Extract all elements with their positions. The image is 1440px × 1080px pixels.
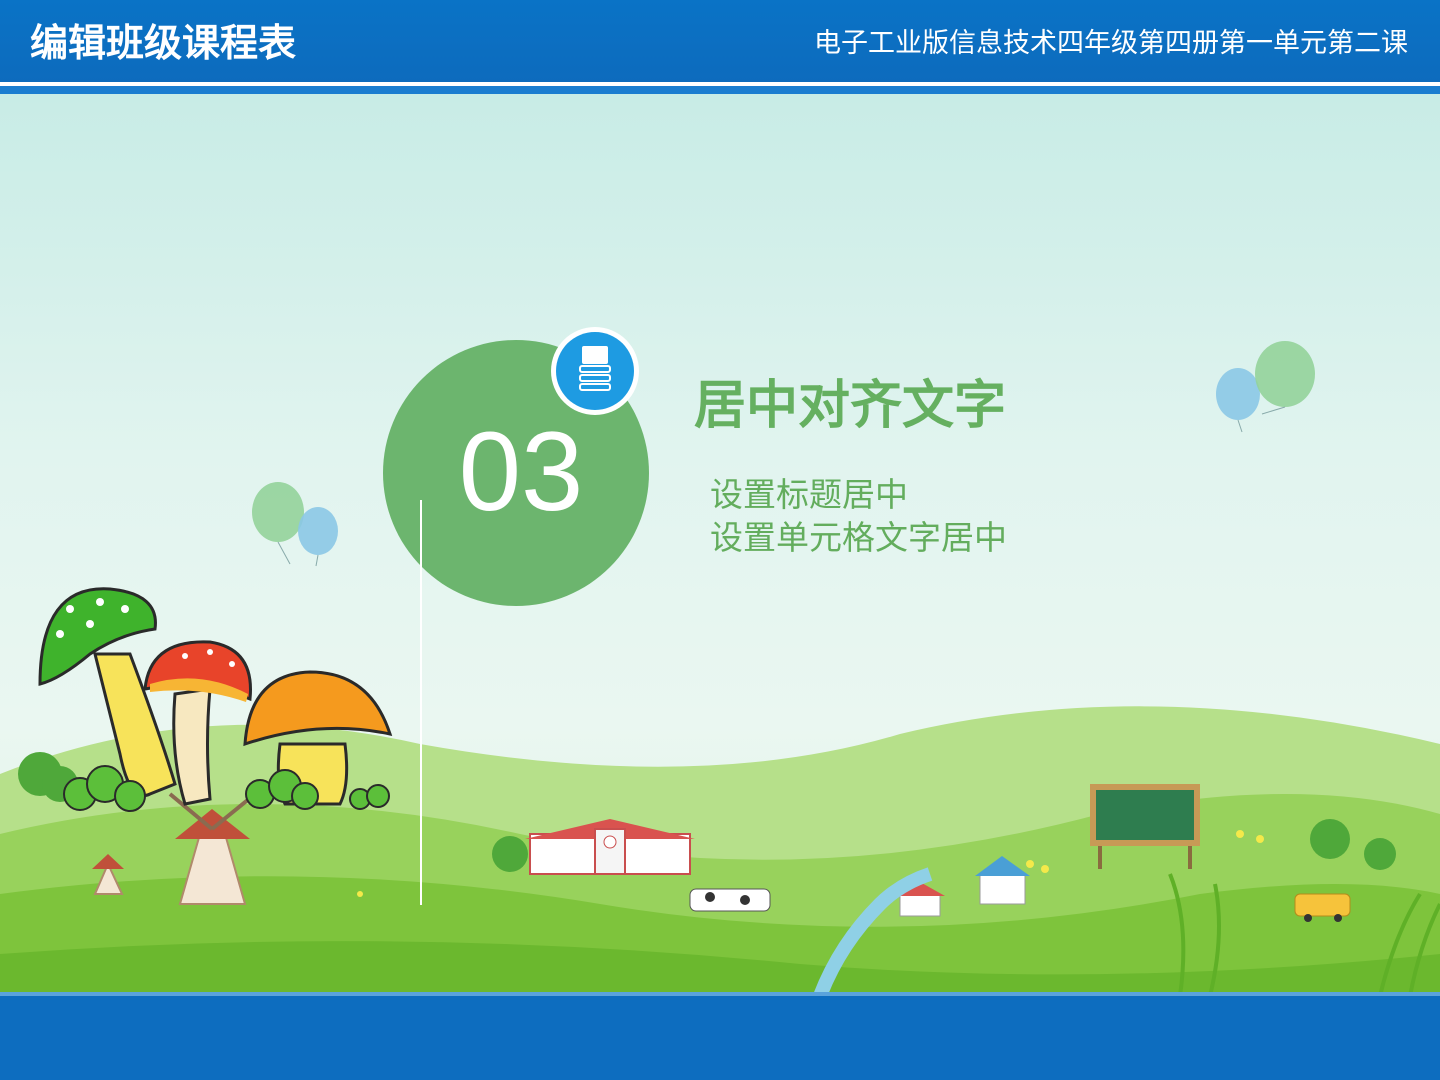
document-stack-icon — [556, 332, 634, 410]
cow-icon — [689, 888, 771, 912]
balloons-right-icon — [1216, 341, 1315, 433]
balloons-left-icon — [252, 482, 338, 567]
section-number: 03 — [458, 409, 584, 534]
course-subtitle: 电子工业版信息技术四年级第四册第一单元第二课 — [814, 28, 1408, 59]
header-accent-line — [0, 86, 1440, 94]
section-title: 居中对齐文字 — [694, 376, 1007, 436]
section-item: 设置单元格文字居中 — [710, 518, 1007, 557]
vertical-divider — [420, 500, 422, 905]
section-item: 设置标题居中 — [710, 475, 908, 514]
page-title: 编辑班级课程表 — [30, 21, 297, 65]
footer-bar — [0, 996, 1440, 1080]
